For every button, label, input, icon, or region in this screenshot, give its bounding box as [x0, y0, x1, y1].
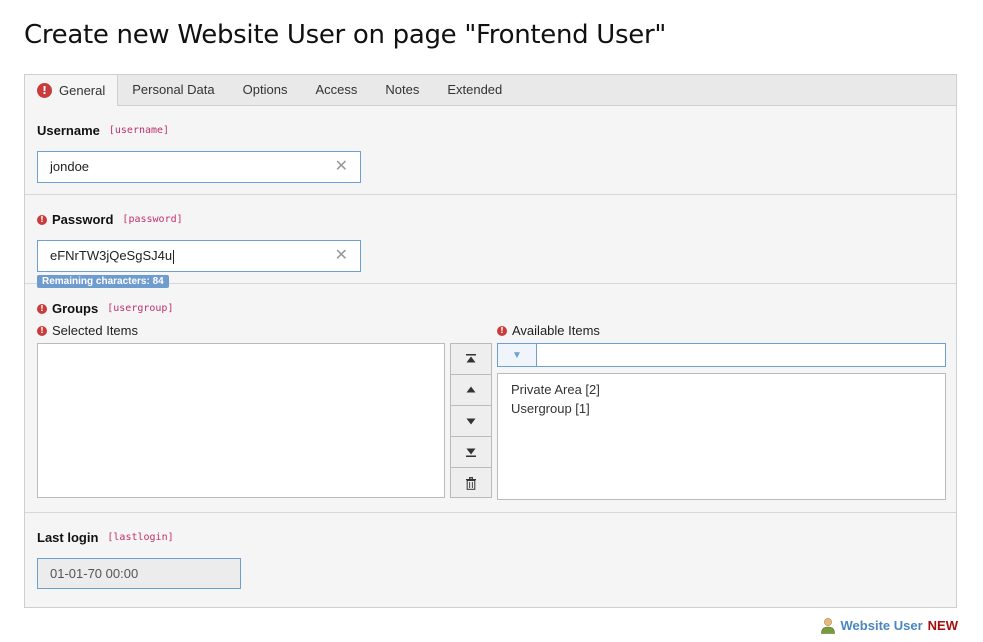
filter-input[interactable]	[537, 344, 945, 366]
move-down-button[interactable]	[451, 406, 491, 437]
username-field-key: [username]	[108, 125, 170, 136]
lastlogin-field-key: [lastlogin]	[107, 532, 174, 543]
list-item[interactable]: Usergroup [1]	[511, 399, 932, 418]
record-info: Website User NEW	[820, 617, 958, 634]
trash-icon	[466, 477, 476, 490]
remove-button[interactable]	[451, 468, 491, 499]
lastlogin-label: Last login [lastlogin]	[37, 530, 174, 545]
tab-label: General	[59, 82, 106, 98]
password-section: ! Password [password] eFNrTW3jQeSgSJ4u ✕…	[25, 195, 956, 288]
lastlogin-section: Last login [lastlogin] 01-01-70 00:00	[25, 513, 956, 607]
lastlogin-input: 01-01-70 00:00	[37, 558, 241, 589]
exclamation-circle-icon: !	[37, 303, 47, 314]
user-icon	[820, 618, 835, 634]
close-icon[interactable]: ✕	[335, 241, 348, 271]
available-items-list[interactable]: Private Area [2] Usergroup [1]	[497, 373, 946, 500]
password-label: ! Password [password]	[37, 212, 183, 227]
tab-options[interactable]: Options	[229, 75, 302, 105]
available-items-filter[interactable]: ▼	[497, 343, 946, 367]
selected-items-label-text: Selected Items	[52, 323, 138, 338]
username-section: Username [username] jondoe ✕	[25, 106, 956, 195]
available-items-label-text: Available Items	[512, 323, 600, 338]
password-input[interactable]: eFNrTW3jQeSgSJ4u ✕	[37, 240, 361, 272]
password-label-text: Password	[52, 212, 114, 227]
move-up-button[interactable]	[451, 375, 491, 406]
move-to-top-button[interactable]	[451, 344, 491, 375]
text-cursor	[173, 249, 175, 264]
record-type-link[interactable]: Website User	[841, 618, 923, 633]
filter-icon: ▼	[498, 344, 537, 366]
available-items-label: ! Available Items	[497, 323, 600, 338]
list-item[interactable]: Private Area [2]	[511, 380, 932, 399]
record-form: ! General Personal Data Options Access N…	[24, 74, 957, 608]
close-icon[interactable]: ✕	[335, 152, 348, 182]
groups-label: ! Groups [usergroup]	[37, 301, 173, 316]
exclamation-circle-icon: !	[497, 325, 507, 336]
password-input-value: eFNrTW3jQeSgSJ4u	[50, 248, 173, 263]
username-label: Username [username]	[37, 123, 169, 138]
username-label-text: Username	[37, 123, 100, 138]
groups-field-key: [usergroup]	[107, 303, 174, 314]
tab-general[interactable]: ! General	[25, 75, 119, 106]
move-to-bottom-button[interactable]	[451, 437, 491, 468]
move-up-icon	[466, 386, 476, 393]
tab-access[interactable]: Access	[301, 75, 371, 105]
selected-items-label: ! Selected Items	[37, 323, 138, 338]
username-input-value: jondoe	[50, 159, 90, 174]
exclamation-circle-icon: !	[37, 83, 52, 98]
tab-extended[interactable]: Extended	[433, 75, 516, 105]
lastlogin-label-text: Last login	[37, 530, 99, 545]
groups-label-text: Groups	[52, 301, 99, 316]
tab-notes[interactable]: Notes	[371, 75, 433, 105]
selection-controls	[450, 343, 492, 498]
tab-personal-data[interactable]: Personal Data	[118, 75, 228, 105]
move-down-icon	[466, 418, 476, 425]
username-input[interactable]: jondoe ✕	[37, 151, 361, 183]
selected-items-list[interactable]	[37, 343, 445, 498]
exclamation-circle-icon: !	[37, 325, 47, 336]
exclamation-circle-icon: !	[37, 214, 47, 225]
new-record-badge: NEW	[927, 618, 958, 633]
tab-bar: ! General Personal Data Options Access N…	[25, 75, 956, 106]
move-to-bottom-icon	[466, 448, 476, 457]
groups-section: ! Groups [usergroup] ! Selected Items ! …	[25, 284, 956, 513]
page-title: Create new Website User on page "Fronten…	[24, 20, 667, 50]
password-field-key: [password]	[122, 214, 183, 225]
move-to-top-icon	[466, 354, 476, 363]
